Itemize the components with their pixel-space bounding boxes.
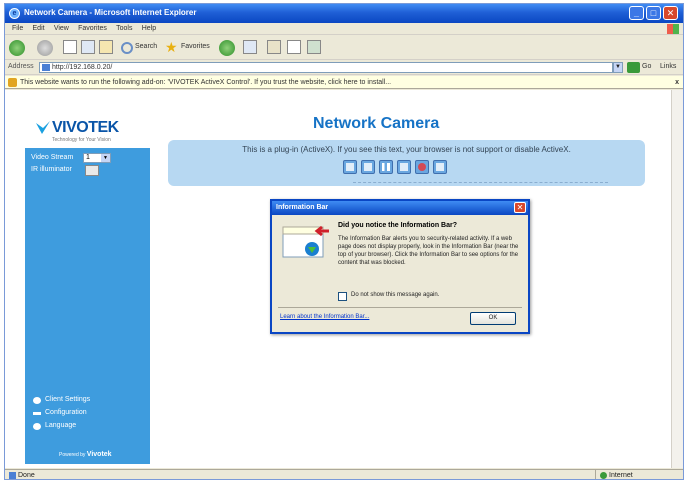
- refresh-icon[interactable]: [81, 40, 95, 54]
- vertical-scrollbar[interactable]: [671, 90, 683, 468]
- zoom-icon[interactable]: [361, 160, 375, 174]
- dialog-body: The Information Bar alerts you to securi…: [338, 236, 519, 266]
- address-label: Address: [8, 63, 34, 70]
- favorites-label[interactable]: Favorites: [181, 43, 210, 50]
- plugin-message: This is a plug-in (ActiveX). If you see …: [242, 145, 571, 154]
- mail-icon[interactable]: [267, 40, 281, 54]
- home-icon[interactable]: [99, 40, 113, 54]
- go-arrow-icon[interactable]: [627, 62, 640, 73]
- status-done: Done: [18, 472, 35, 479]
- sidebar-item-client-settings[interactable]: Client Settings: [33, 396, 91, 404]
- dialog-title: Information Bar ✕: [272, 201, 528, 215]
- stop-icon[interactable]: [63, 40, 77, 54]
- shield-icon: [8, 78, 17, 87]
- address-bar: Address http://192.168.0.20/ ▼ Go Links: [5, 61, 683, 75]
- ir-illuminator-button[interactable]: [85, 165, 99, 176]
- menu-file[interactable]: File: [12, 23, 23, 35]
- sidebar-item-language[interactable]: Language: [33, 422, 77, 430]
- maximize-button[interactable]: □: [646, 6, 661, 20]
- learn-more-link[interactable]: Learn about the Information Bar...: [280, 314, 369, 320]
- dialog-divider: [278, 307, 522, 308]
- sidebar-item-label: Client Settings: [45, 396, 91, 403]
- print-icon[interactable]: [287, 40, 301, 54]
- fullscreen-icon[interactable]: [433, 160, 447, 174]
- ok-button[interactable]: OK: [470, 312, 516, 325]
- vivotek-logo-icon: [36, 121, 50, 134]
- address-dropdown-button[interactable]: ▼: [613, 62, 623, 73]
- page-content: VIVOTEK Technology for Your Vision Video…: [5, 90, 683, 468]
- address-value: http://192.168.0.20/: [52, 64, 113, 71]
- video-plugin-panel: This is a plug-in (ActiveX). If you see …: [168, 140, 645, 186]
- brand-tagline: Technology for Your Vision: [52, 137, 111, 143]
- search-label[interactable]: Search: [135, 43, 157, 50]
- video-stream-select[interactable]: 1 ▼: [83, 153, 111, 163]
- page-icon: [9, 471, 16, 479]
- dialog-heading: Did you notice the Information Bar?: [338, 222, 458, 229]
- pause-icon[interactable]: [379, 160, 393, 174]
- information-bar-text[interactable]: This website wants to run the following …: [20, 76, 391, 89]
- status-text: Done: [9, 470, 35, 479]
- information-bar[interactable]: This website wants to run the following …: [5, 76, 683, 89]
- media-icon[interactable]: [219, 40, 235, 56]
- do-not-show-checkbox[interactable]: [338, 292, 347, 301]
- page-icon: [42, 64, 50, 71]
- zone-label: Internet: [609, 472, 633, 479]
- page-title: Network Camera: [313, 115, 440, 132]
- go-button[interactable]: Go: [642, 63, 651, 70]
- menu-favorites[interactable]: Favorites: [78, 23, 107, 35]
- menu-help[interactable]: Help: [142, 23, 156, 35]
- sidebar-item-label: Language: [45, 422, 77, 429]
- menu-view[interactable]: View: [54, 23, 69, 35]
- brand-name: VIVOTEK: [52, 119, 119, 136]
- address-input[interactable]: http://192.168.0.20/: [39, 62, 613, 73]
- information-bar-illustration-icon: [282, 225, 329, 258]
- security-zone: Internet: [595, 470, 665, 479]
- video-stream-label: Video Stream: [31, 154, 74, 161]
- back-icon[interactable]: [9, 40, 25, 56]
- sidebar-item-label: Configuration: [45, 409, 87, 416]
- menu-edit[interactable]: Edit: [33, 23, 45, 35]
- brand-logo: VIVOTEK Technology for Your Vision: [25, 104, 150, 148]
- status-bar: Done Internet: [5, 469, 683, 479]
- information-bar-dialog: Information Bar ✕ Did you notice the Inf…: [270, 199, 530, 334]
- messenger-icon[interactable]: [307, 40, 321, 54]
- powered-by: Powered by Vivotek: [59, 451, 112, 458]
- client-settings-icon: [33, 397, 41, 404]
- minimize-button[interactable]: _: [629, 6, 644, 20]
- search-icon[interactable]: [121, 42, 133, 54]
- sidebar: VIVOTEK Technology for Your Vision Video…: [25, 104, 150, 464]
- window-title: Network Camera - Microsoft Internet Expl…: [24, 8, 197, 17]
- chevron-down-icon: ▼: [101, 154, 110, 162]
- close-button[interactable]: ✕: [663, 6, 678, 20]
- powered-by-brand: Vivotek: [86, 451, 112, 458]
- sidebar-item-configuration[interactable]: Configuration: [33, 409, 87, 416]
- favorites-star-icon[interactable]: ★: [165, 40, 179, 54]
- globe-icon: [600, 471, 607, 479]
- do-not-show-label[interactable]: Do not show this message again.: [351, 292, 439, 298]
- dialog-title-text: Information Bar: [276, 204, 329, 211]
- browser-window: e Network Camera - Microsoft Internet Ex…: [4, 3, 684, 480]
- ie-logo-icon: e: [9, 8, 20, 19]
- language-icon: [33, 423, 41, 430]
- record-icon[interactable]: [415, 160, 429, 174]
- history-icon[interactable]: [243, 40, 257, 54]
- powered-by-prefix: Powered by: [59, 452, 86, 458]
- menu-tools[interactable]: Tools: [116, 23, 132, 35]
- video-stream-value: 1: [86, 154, 90, 161]
- snapshot-icon[interactable]: [343, 160, 357, 174]
- title-bar: e Network Camera - Microsoft Internet Ex…: [5, 4, 683, 23]
- windows-logo-icon: [667, 24, 679, 34]
- toolbar: Search ★ Favorites: [5, 36, 683, 60]
- control-divider: [353, 182, 608, 183]
- menu-bar: File Edit View Favorites Tools Help: [5, 23, 683, 35]
- ir-illuminator-label: IR illuminator: [31, 166, 72, 173]
- forward-icon[interactable]: [37, 40, 53, 56]
- information-bar-close-button[interactable]: x: [675, 76, 679, 89]
- dialog-close-button[interactable]: ✕: [514, 202, 526, 213]
- links-button[interactable]: Links: [660, 63, 676, 70]
- stop-icon[interactable]: [397, 160, 411, 174]
- configuration-icon: [33, 412, 41, 415]
